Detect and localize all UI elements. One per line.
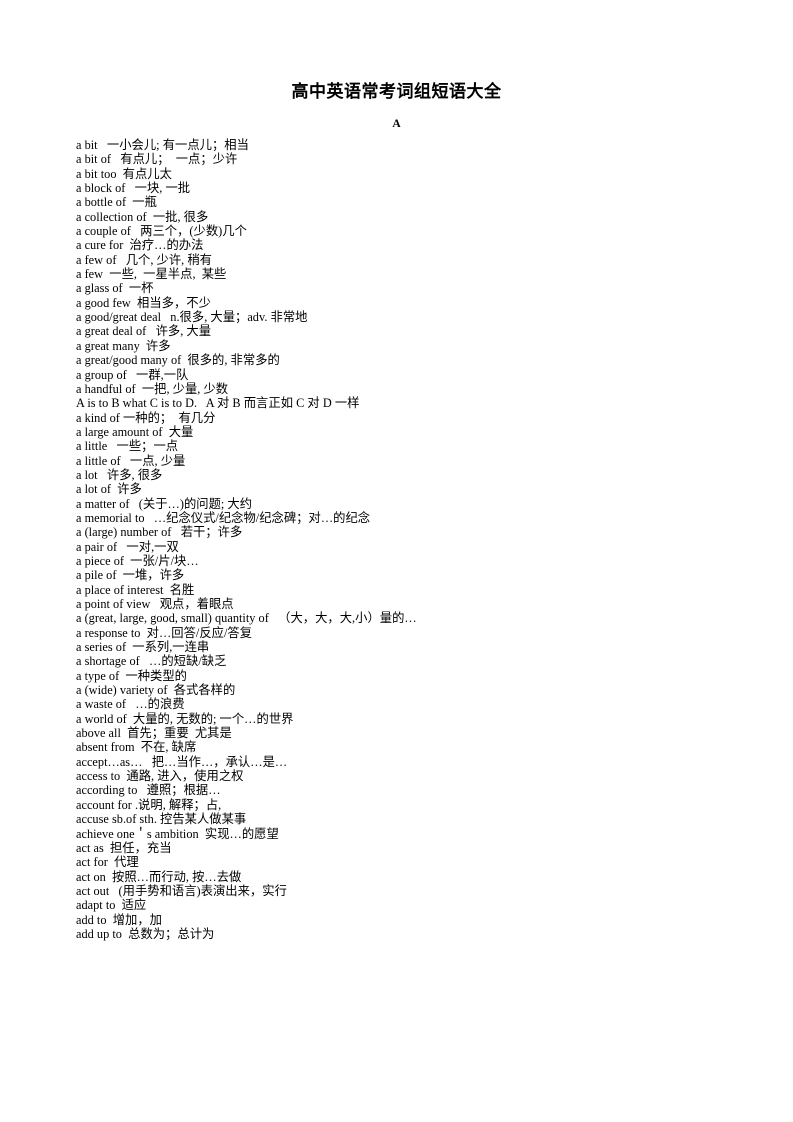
phrase-entry: a bit of 有点儿； 一点；少许 xyxy=(76,152,238,167)
phrase-entry: add to 增加，加 xyxy=(76,912,162,927)
phrase-entry: a couple of 两三个，(少数)几个 xyxy=(76,224,247,239)
phrase-entry: a cure for 治疗…的办法 xyxy=(76,238,204,253)
phrase-entry: a place of interest 名胜 xyxy=(76,582,195,597)
phrase-entry: a pile of 一堆，许多 xyxy=(76,568,185,583)
phrase-entry: account for .说明, 解释；占, xyxy=(76,797,222,812)
phrase-entry: a block of 一块, 一批 xyxy=(76,181,191,196)
phrase-entry: a (great, large, good, small) quantity o… xyxy=(76,611,417,626)
phrase-entry: a handful of 一把, 少量, 少数 xyxy=(76,381,229,396)
phrase-entry: a (wide) variety of 各式各样的 xyxy=(76,683,236,698)
phrase-entry: a collection of 一批, 很多 xyxy=(76,209,209,224)
phrase-entry: act as 担任，充当 xyxy=(76,840,172,855)
phrase-entry: add up to 总数为；总计为 xyxy=(76,926,215,941)
phrase-entry: access to 通路, 进入，使用之权 xyxy=(76,769,244,784)
phrase-entry: a good/great deal n.很多, 大量；adv. 非常地 xyxy=(76,310,308,325)
phrase-entry: a lot of 许多 xyxy=(76,482,142,497)
phrase-entry: adapt to 适应 xyxy=(76,898,147,913)
phrase-entry: a good few 相当多，不少 xyxy=(76,295,211,310)
section-heading-a: A xyxy=(392,118,401,130)
phrase-entry: a point of view 观点，着眼点 xyxy=(76,597,234,611)
phrase-entry: according to 遵照；根据… xyxy=(76,783,221,798)
phrase-entry: a few 一些, 一星半点, 某些 xyxy=(76,267,227,282)
phrase-entry: absent from 不在, 缺席 xyxy=(76,740,197,755)
phrase-entry: a little 一些；一点 xyxy=(76,439,179,454)
phrase-entry: act on 按照…而行动, 按…去做 xyxy=(76,869,242,884)
phrase-entry: achieve one＇s ambition 实现…的愿望 xyxy=(76,826,279,841)
phrase-entry: act out (用手势和语言)表演出来，实行 xyxy=(76,883,287,898)
phrase-entry: a little of 一点, 少量 xyxy=(76,453,186,468)
phrase-entry: a great/good many of 很多的, 非常多的 xyxy=(76,353,280,368)
phrase-entry: a bit too 有点儿太 xyxy=(76,166,172,181)
phrase-entry: a matter of (关于…)的问题; 大约 xyxy=(76,496,253,511)
phrase-entry: a pair of 一对,一双 xyxy=(76,539,179,554)
phrase-entry: a bit 一小会儿; 有一点儿；相当 xyxy=(76,138,249,152)
phrase-entry: a type of 一种类型的 xyxy=(76,668,187,683)
phrase-entry: a group of 一群,一队 xyxy=(76,367,189,382)
phrase-entry: a kind of 一种的； 有几分 xyxy=(76,410,216,425)
phrase-entry: a memorial to …纪念仪式/纪念物/纪念碑；对…的纪念 xyxy=(76,510,371,525)
phrase-entry: a world of 大量的, 无数的; 一个…的世界 xyxy=(76,711,294,726)
phrase-entry: accept…as… 把…当作…，承认…是… xyxy=(76,754,288,769)
phrase-entry: a shortage of …的短缺/缺乏 xyxy=(76,654,227,669)
phrase-entry: a response to 对…回答/反应/答复 xyxy=(76,625,253,640)
phrase-entry: a great deal of 许多, 大量 xyxy=(76,324,212,339)
phrase-entry-list: a bit 一小会儿; 有一点儿；相当 a bit of 有点儿； 一点；少许 a … xyxy=(76,138,753,941)
phrase-entry: a large amount of 大量 xyxy=(76,424,194,439)
phrase-entry: a great many 许多 xyxy=(76,338,171,353)
document-page: 高中英语常考词组短语大全 A a bit 一小会儿; 有一点儿；相当 a bit … xyxy=(0,0,793,1122)
phrase-entry: accuse sb.of sth. 控告某人做某事 xyxy=(76,812,247,827)
page-title: 高中英语常考词组短语大全 xyxy=(291,82,502,101)
phrase-entry: a glass of 一杯 xyxy=(76,281,154,296)
phrase-entry: a waste of …的浪费 xyxy=(76,697,185,712)
phrase-entry: act for 代理 xyxy=(76,855,139,870)
phrase-entry: a bottle of 一瓶 xyxy=(76,195,157,210)
phrase-entry: a lot 许多, 很多 xyxy=(76,467,163,482)
phrase-entry: a piece of 一张/片/块… xyxy=(76,553,199,568)
phrase-entry: a series of 一系列,一连串 xyxy=(76,640,210,655)
phrase-entry: a (large) number of 若干；许多 xyxy=(76,525,243,540)
phrase-entry: a few of 几个, 少许, 稍有 xyxy=(76,252,213,267)
phrase-entry: above all 首先；重要 尤其是 xyxy=(76,726,232,741)
phrase-entry: A is to B what C is to D. A 对 B 而言正如 C 对… xyxy=(76,396,360,411)
